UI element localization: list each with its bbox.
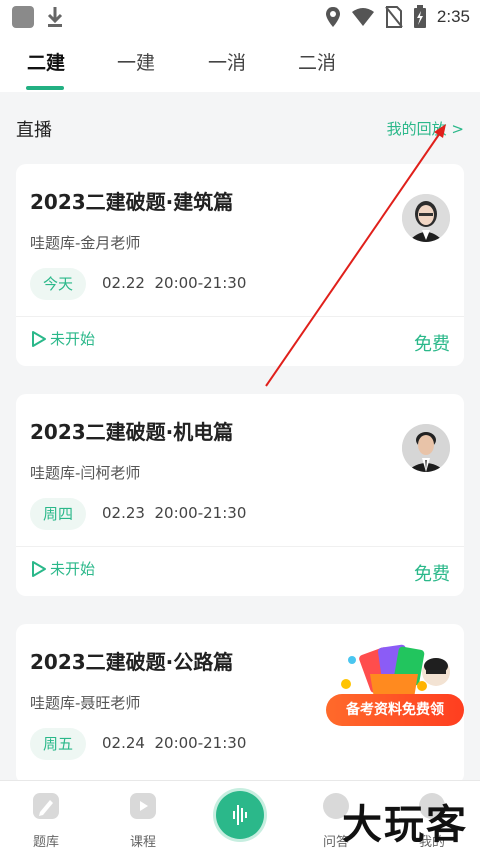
watermark: 大玩客: [342, 802, 468, 848]
promo-banner[interactable]: 备考资料免费领: [326, 694, 464, 726]
course-card[interactable]: 2023二建破题·建筑篇 哇题库-金月老师 今天 02.22 20:00-21:…: [16, 164, 464, 366]
course-title: 2023二建破题·公路篇: [30, 650, 234, 674]
divider: [16, 316, 464, 317]
tab-yixiao[interactable]: 一消: [208, 48, 246, 75]
play-outline-icon: [32, 560, 46, 577]
live-status: 未开始: [30, 328, 95, 349]
course-schedule: 02.22 20:00-21:30: [102, 274, 247, 292]
location-icon: [325, 7, 340, 27]
category-tabs: 二建 一建 一消 二消: [0, 34, 480, 92]
clock: 2:35: [436, 7, 470, 26]
section-title: 直播: [16, 120, 52, 141]
status-bar: 2:35: [0, 0, 480, 34]
play-outline-icon: [32, 330, 46, 347]
tab-erjian[interactable]: 二建: [27, 48, 65, 75]
active-tab-indicator: [26, 86, 64, 90]
audio-wave-button[interactable]: [216, 791, 264, 839]
course-teacher: 哇题库-聂旺老师: [30, 694, 141, 712]
sound-wave-icon: [233, 805, 247, 825]
download-icon: [47, 7, 63, 27]
nav-courses[interactable]: 课程: [113, 791, 173, 850]
status-icons: 2:35: [325, 4, 470, 30]
live-status: 未开始: [30, 558, 95, 579]
divider: [16, 546, 464, 547]
pencil-icon: [33, 793, 59, 819]
my-replays-link[interactable]: 我的回放 >: [387, 118, 464, 139]
no-sim-icon: [385, 6, 403, 28]
price-label: 免费: [414, 334, 450, 355]
course-card[interactable]: 2023二建破题·机电篇 哇题库-闫柯老师 周四 02.23 20:00-21:…: [16, 394, 464, 596]
teacher-avatar: [402, 194, 450, 242]
free-materials-promo[interactable]: 备考资料免费领: [318, 640, 466, 730]
day-badge: 今天: [30, 268, 86, 300]
price-label: 免费: [414, 564, 450, 585]
teacher-avatar: [402, 424, 450, 472]
day-badge: 周五: [30, 728, 86, 760]
app-notification-icon: [12, 6, 34, 28]
battery-icon: [413, 5, 426, 28]
tab-yijian[interactable]: 一建: [117, 48, 155, 75]
course-title: 2023二建破题·机电篇: [30, 420, 234, 444]
course-schedule: 02.23 20:00-21:30: [102, 504, 247, 522]
video-icon: [130, 793, 156, 819]
course-schedule: 02.24 20:00-21:30: [102, 734, 247, 752]
wifi-icon: [351, 8, 374, 26]
course-title: 2023二建破题·建筑篇: [30, 190, 234, 214]
day-badge: 周四: [30, 498, 86, 530]
nav-question-bank[interactable]: 题库: [16, 791, 76, 850]
tab-erxiao[interactable]: 二消: [298, 48, 336, 75]
course-teacher: 哇题库-闫柯老师: [30, 464, 141, 482]
gift-envelope-icon: [341, 644, 450, 698]
course-teacher: 哇题库-金月老师: [30, 234, 141, 252]
live-section-header: 直播 我的回放 >: [0, 92, 480, 164]
